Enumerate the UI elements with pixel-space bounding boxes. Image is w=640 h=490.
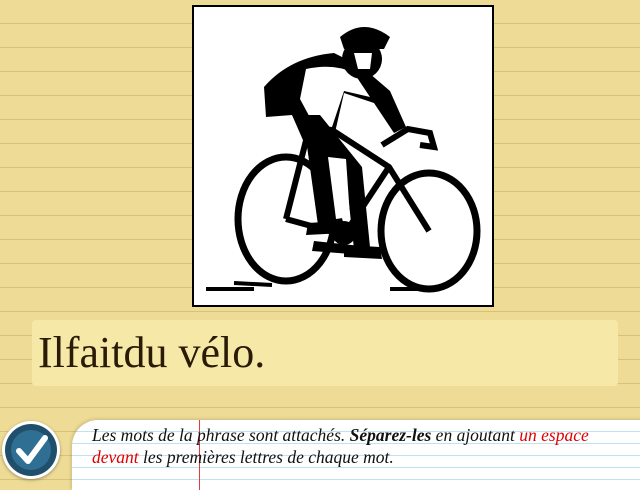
sentence-field[interactable]: Ilfaitdu vélo. [32, 320, 618, 386]
check-button[interactable] [2, 421, 60, 479]
instruction-part2: en ajoutant [431, 425, 520, 445]
cyclist-icon [206, 27, 481, 293]
instruction-part1: Les mots de la phrase sont attachés. [92, 425, 350, 445]
instruction-text: Les mots de la phrase sont attachés. Sép… [92, 424, 627, 468]
checkmark-icon [5, 424, 57, 476]
illustration-frame [192, 5, 494, 307]
instruction-bold: Séparez-les [349, 425, 432, 445]
sentence-text[interactable]: Ilfaitdu vélo. [38, 320, 618, 386]
instruction-part3: les premières lettres de chaque mot. [138, 447, 394, 467]
